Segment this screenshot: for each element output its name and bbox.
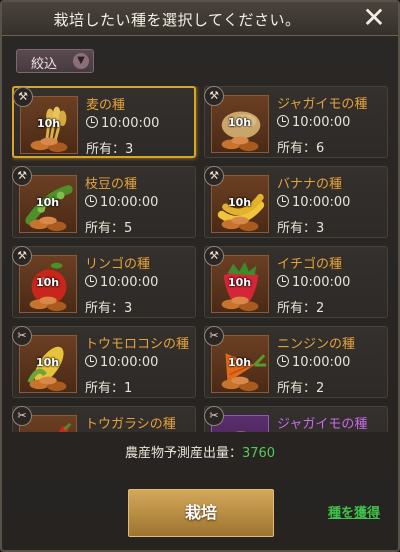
clock-icon: [85, 275, 97, 287]
grow-hours: 10h: [36, 356, 60, 369]
grow-time-value: 10:00:00: [100, 195, 159, 210]
grow-hours: 10h: [228, 196, 252, 209]
close-icon[interactable]: ✕: [360, 4, 388, 33]
yield-value: 3760: [241, 446, 276, 461]
grow-button[interactable]: 栽培: [128, 489, 274, 537]
grow-time-value: 10:00:00: [292, 355, 351, 370]
sickle-icon: ⚒: [204, 166, 224, 186]
seed-name: リンゴの種: [85, 257, 151, 272]
clock-icon: [86, 116, 98, 128]
seed-card[interactable]: 10h ✂ ニンジンの種 10:00:00 所有：2: [204, 326, 388, 398]
owned-count: 所有：3: [277, 221, 325, 236]
owned-count: 所有：2: [277, 301, 325, 316]
seed-name: トウモロコシの種: [85, 337, 190, 352]
seed-select-dialog: 栽培したい種を選択してください。 ✕ 絞込 ▼ 10h ⚒ 麦の種 10:00:00 所…: [0, 0, 400, 552]
seed-name: ジャガイモの種: [277, 97, 368, 112]
sickle-icon: ⚒: [12, 166, 32, 186]
seed-card[interactable]: 10h ⚒ 枝豆の種 10:00:00 所有：5: [12, 166, 196, 238]
grow-time: 10:00:00: [85, 275, 158, 290]
seed-card[interactable]: 10h ⚒ ジャガイモの種 10:00:00 所有：6: [204, 86, 388, 158]
seed-name: 枝豆の種: [85, 177, 138, 192]
grow-hours: 10h: [228, 116, 252, 129]
grow-hours: 10h: [37, 117, 61, 130]
clock-icon: [85, 355, 97, 367]
dialog-title: 栽培したい種を選択してください。: [53, 11, 301, 29]
seed-grid[interactable]: 10h ⚒ 麦の種 10:00:00 所有：3 10h ⚒ ジャガイモの種 10:00:00 所有…: [12, 86, 388, 432]
seed-name: 麦の種: [86, 98, 126, 113]
sickle-icon: ⚒: [12, 246, 32, 266]
filter-dropdown[interactable]: 絞込 ▼: [16, 49, 94, 73]
sickle-icon: ⚒: [13, 87, 33, 107]
grow-time-value: 10:00:00: [292, 195, 351, 210]
get-seeds-link[interactable]: 種を獲得: [328, 502, 380, 521]
scissors-icon: ✂: [12, 406, 32, 426]
grow-hours: 10h: [36, 196, 60, 209]
seed-name: ニンジンの種: [277, 337, 356, 352]
grow-time: 10:00:00: [86, 116, 159, 131]
owned-count: 所有：6: [277, 141, 325, 156]
scissors-icon: ✂: [12, 326, 32, 346]
grow-time: 10:00:00: [277, 195, 350, 210]
grow-time: 10:00:00: [277, 355, 350, 370]
grow-time-value: 10:00:00: [292, 275, 351, 290]
seed-card[interactable]: 10h✂ジャガイモの種: [204, 406, 388, 432]
grow-hours: 10h: [36, 276, 60, 289]
grow-time: 10:00:00: [85, 355, 158, 370]
yield-estimate: 農産物予測産出量：3760: [2, 442, 398, 461]
clock-icon: [277, 115, 289, 127]
grow-hours: 10h: [228, 276, 252, 289]
seed-name: バナナの種: [277, 177, 343, 192]
owned-count: 所有：2: [277, 381, 325, 396]
seed-card[interactable]: 10h ⚒ リンゴの種 10:00:00 所有：3: [12, 246, 196, 318]
filter-label: 絞込: [31, 57, 58, 72]
seed-card[interactable]: 10h ⚒ バナナの種 10:00:00 所有：3: [204, 166, 388, 238]
seed-card[interactable]: 10h ✂ トウモロコシの種 10:00:00 所有：1: [12, 326, 196, 398]
clock-icon: [277, 275, 289, 287]
grow-time: 10:00:00: [277, 115, 350, 130]
owned-count: 所有：1: [85, 381, 133, 396]
seed-card[interactable]: 10h ⚒ イチゴの種 10:00:00 所有：2: [204, 246, 388, 318]
grow-hours: 10h: [228, 356, 252, 369]
owned-count: 所有：5: [85, 221, 133, 236]
grow-time-value: 10:00:00: [100, 275, 159, 290]
grow-time-value: 10:00:00: [100, 355, 159, 370]
grow-time: 10:00:00: [277, 275, 350, 290]
clock-icon: [277, 355, 289, 367]
clock-icon: [277, 195, 289, 207]
sickle-icon: ⚒: [204, 246, 224, 266]
seed-name: トウガラシの種: [85, 417, 176, 432]
sickle-icon: ⚒: [204, 86, 224, 106]
seed-name: イチゴの種: [277, 257, 343, 272]
yield-label: 農産物予測産出量：: [124, 446, 242, 461]
grow-time-value: 10:00:00: [292, 115, 351, 130]
owned-count: 所有：3: [85, 301, 133, 316]
owned-count: 所有：3: [86, 142, 134, 157]
seed-card[interactable]: 10h✂トウガラシの種: [12, 406, 196, 432]
scissors-icon: ✂: [204, 326, 224, 346]
clock-icon: [85, 195, 97, 207]
seed-card[interactable]: 10h ⚒ 麦の種 10:00:00 所有：3: [12, 86, 196, 158]
grow-time: 10:00:00: [85, 195, 158, 210]
scissors-icon: ✂: [204, 406, 224, 426]
title-bar: 栽培したい種を選択してください。 ✕: [2, 2, 398, 36]
chevron-down-icon: ▼: [73, 53, 89, 69]
seed-name: ジャガイモの種: [277, 417, 368, 432]
grow-time-value: 10:00:00: [101, 116, 160, 131]
